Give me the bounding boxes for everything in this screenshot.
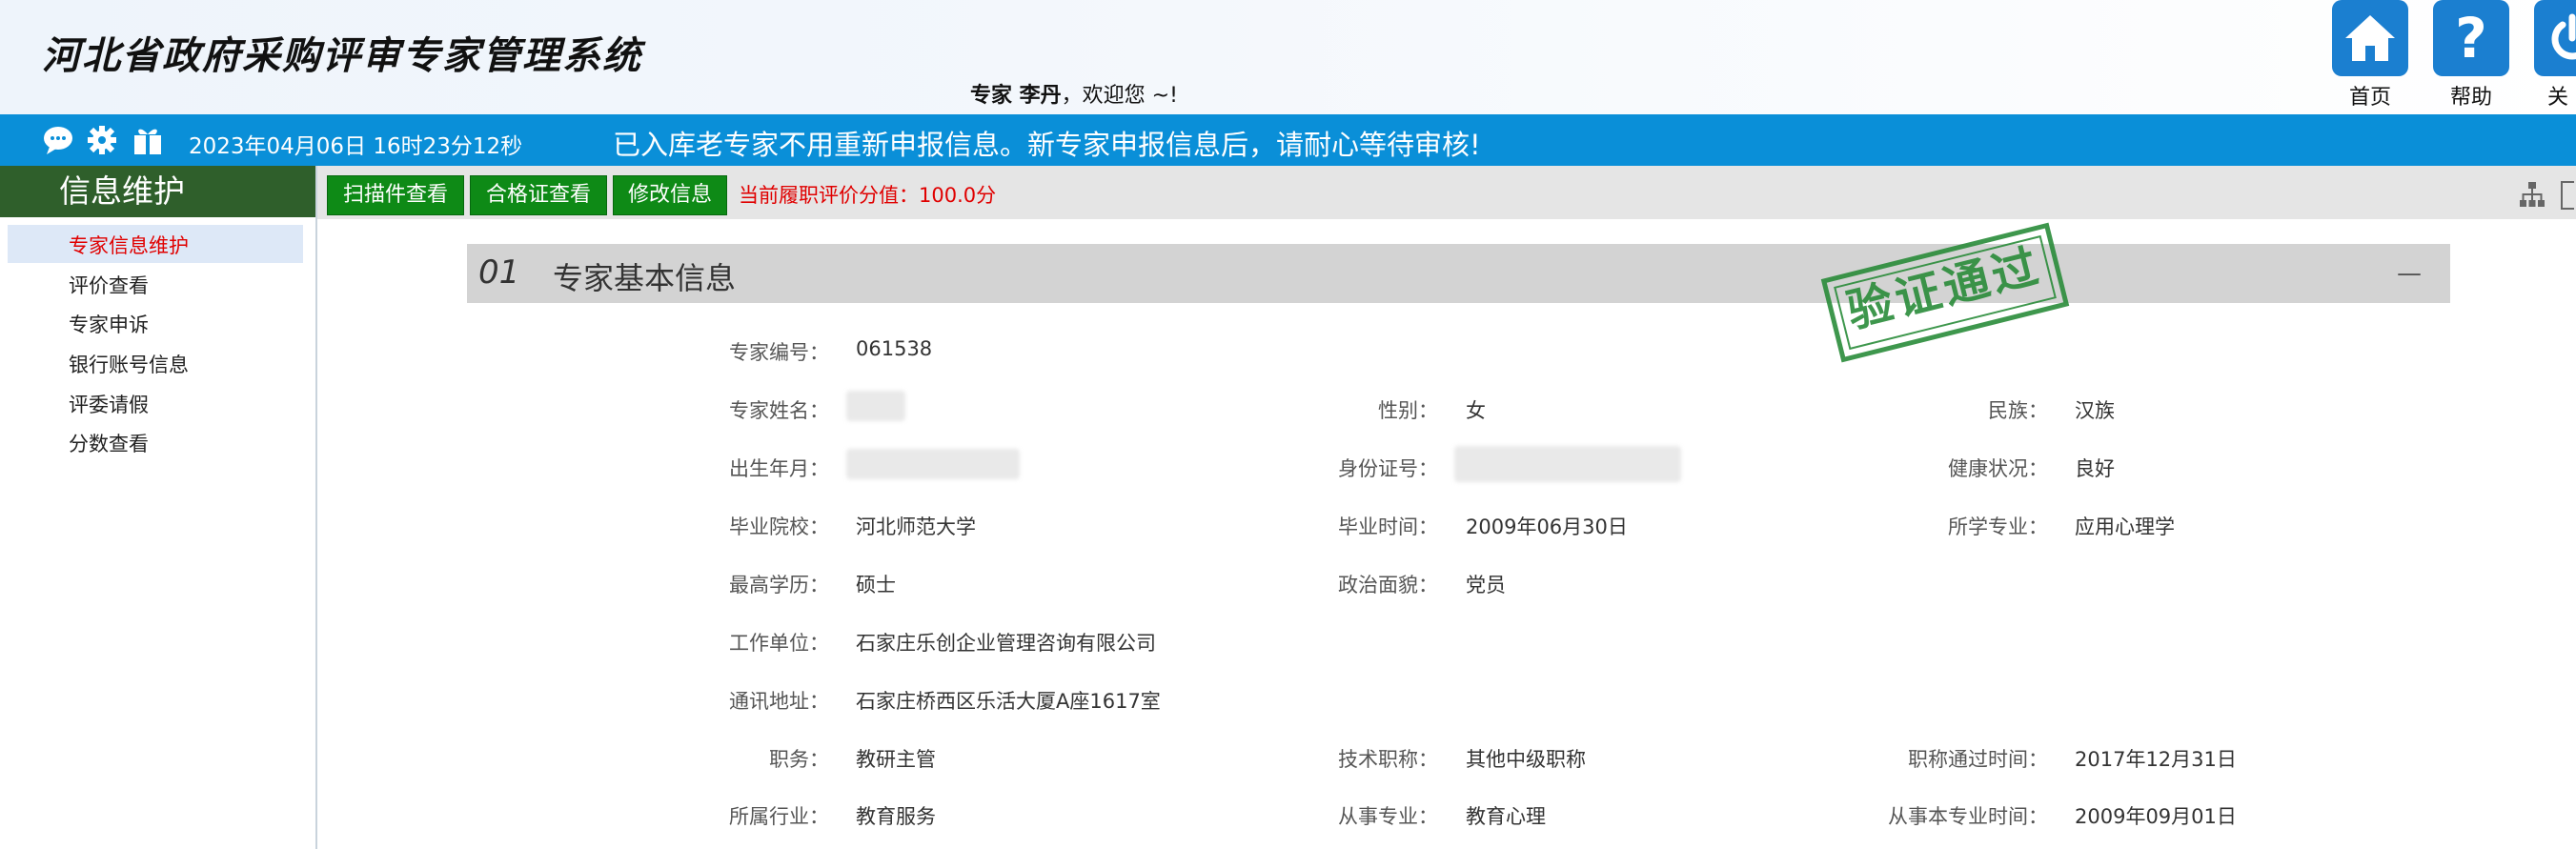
- home-button[interactable]: 首页: [2332, 0, 2408, 111]
- field-value-industry: 教育服务: [856, 805, 936, 828]
- field-label-name: 专家姓名：: [729, 399, 829, 422]
- field-label-address: 通讯地址：: [729, 690, 829, 713]
- sidebar-title: 信息维护: [0, 166, 315, 217]
- sidebar-item-evaluation[interactable]: 评价查看: [69, 271, 149, 299]
- sidebar: 信息维护 专家信息维护 评价查看 专家申诉 银行账号信息 评委请假 分数查看: [0, 166, 317, 849]
- performance-score: 当前履职评价分值：100.0分: [739, 184, 997, 207]
- sitemap-icon[interactable]: [2519, 181, 2546, 208]
- field-label-degree: 最高学历：: [729, 574, 829, 596]
- field-label-birth: 出生年月：: [729, 457, 829, 480]
- field-label-expert-no: 专家编号：: [729, 341, 829, 364]
- svg-text:?: ?: [2455, 10, 2487, 67]
- field-label-health: 健康状况：: [1948, 457, 2048, 480]
- redacted-id: [1454, 446, 1681, 482]
- field-value-specialty-time: 2009年09月01日: [2075, 805, 2237, 828]
- edit-info-button[interactable]: 修改信息: [613, 175, 727, 215]
- collapse-icon[interactable]: —: [2397, 259, 2422, 288]
- field-value-major: 应用心理学: [2075, 515, 2175, 538]
- field-value-title-time: 2017年12月31日: [2075, 748, 2237, 771]
- field-label-industry: 所属行业：: [729, 805, 829, 828]
- home-label: 首页: [2348, 86, 2391, 110]
- field-label-specialty-time: 从事本专业时间：: [1888, 805, 2048, 828]
- field-value-expert-no: 061538: [856, 337, 933, 360]
- field-value-duty: 教研主管: [856, 748, 936, 771]
- field-value-grad-time: 2009年06月30日: [1466, 515, 1628, 538]
- field-label-gender: 性别：: [1378, 399, 1438, 422]
- field-value-employer: 石家庄乐创企业管理咨询有限公司: [856, 632, 1156, 655]
- help-button[interactable]: ? 帮助: [2433, 0, 2509, 111]
- redacted-name: [846, 391, 905, 421]
- home-icon: [2332, 0, 2408, 76]
- section-number: 01: [478, 253, 520, 292]
- gift-icon[interactable]: [132, 124, 164, 156]
- field-value-school: 河北师范大学: [856, 515, 976, 538]
- field-value-specialty: 教育心理: [1466, 805, 1546, 828]
- welcome-user: 专家 李丹: [970, 84, 1062, 108]
- section-title: 专家基本信息: [553, 260, 737, 296]
- panel-icon[interactable]: [2561, 181, 2574, 210]
- field-label-duty: 职务：: [769, 748, 829, 771]
- field-label-specialty: 从事专业：: [1338, 805, 1438, 828]
- sidebar-item-appeal[interactable]: 专家申诉: [69, 310, 149, 338]
- status-bar: 2023年04月06日 16时23分12秒 已入库老专家不用重新申报信息。新专家…: [0, 114, 2576, 166]
- toolbar: 扫描件查看 合格证查看 修改信息 当前履职评价分值：100.0分: [317, 166, 2576, 219]
- field-value-address: 石家庄桥西区乐活大厦A座1617室: [856, 690, 1161, 713]
- redacted-birth: [846, 449, 1020, 479]
- help-icon: ?: [2433, 0, 2509, 76]
- field-value-gender: 女: [1466, 399, 1486, 422]
- sidebar-item-leave[interactable]: 评委请假: [69, 390, 149, 418]
- welcome-suffix: ，欢迎您 ~!: [1061, 84, 1178, 108]
- header: 河北省政府采购评审专家管理系统 专家 李丹，欢迎您 ~! 首页 ? 帮助 关闭: [0, 0, 2576, 140]
- gear-icon[interactable]: [86, 124, 118, 156]
- scan-view-button[interactable]: 扫描件查看: [327, 175, 464, 215]
- field-value-nation: 汉族: [2075, 399, 2115, 422]
- field-label-id: 身份证号：: [1338, 457, 1438, 480]
- field-value-degree: 硕士: [856, 574, 896, 596]
- field-label-nation: 民族：: [1988, 399, 2048, 422]
- field-label-employer: 工作单位：: [729, 632, 829, 655]
- field-label-politics: 政治面貌：: [1338, 574, 1438, 596]
- chat-icon[interactable]: [42, 124, 74, 156]
- system-title: 河北省政府采购评审专家管理系统: [42, 34, 642, 78]
- section-header[interactable]: 01 专家基本信息 —: [467, 244, 2450, 303]
- field-label-tech-title: 技术职称：: [1338, 748, 1438, 771]
- field-label-grad-time: 毕业时间：: [1338, 515, 1438, 538]
- welcome-text: 专家 李丹，欢迎您 ~!: [970, 78, 1178, 109]
- field-label-school: 毕业院校：: [729, 515, 829, 538]
- field-value-health: 良好: [2075, 457, 2115, 480]
- datetime: 2023年04月06日 16时23分12秒: [189, 134, 523, 159]
- sidebar-item-score[interactable]: 分数查看: [69, 429, 149, 457]
- field-value-politics: 党员: [1466, 574, 1506, 596]
- field-label-title-time: 职称通过时间：: [1908, 748, 2048, 771]
- power-icon: [2534, 0, 2576, 76]
- notice-text: 已入库老专家不用重新申报信息。新专家申报信息后，请耐心等待审核!: [613, 129, 1481, 161]
- sidebar-item-expert-info[interactable]: 专家信息维护: [69, 231, 189, 259]
- certificate-view-button[interactable]: 合格证查看: [470, 175, 607, 215]
- sidebar-item-bank-account[interactable]: 银行账号信息: [69, 350, 189, 378]
- field-label-major: 所学专业：: [1948, 515, 2048, 538]
- help-label: 帮助: [2449, 86, 2492, 110]
- field-value-tech-title: 其他中级职称: [1466, 748, 1586, 771]
